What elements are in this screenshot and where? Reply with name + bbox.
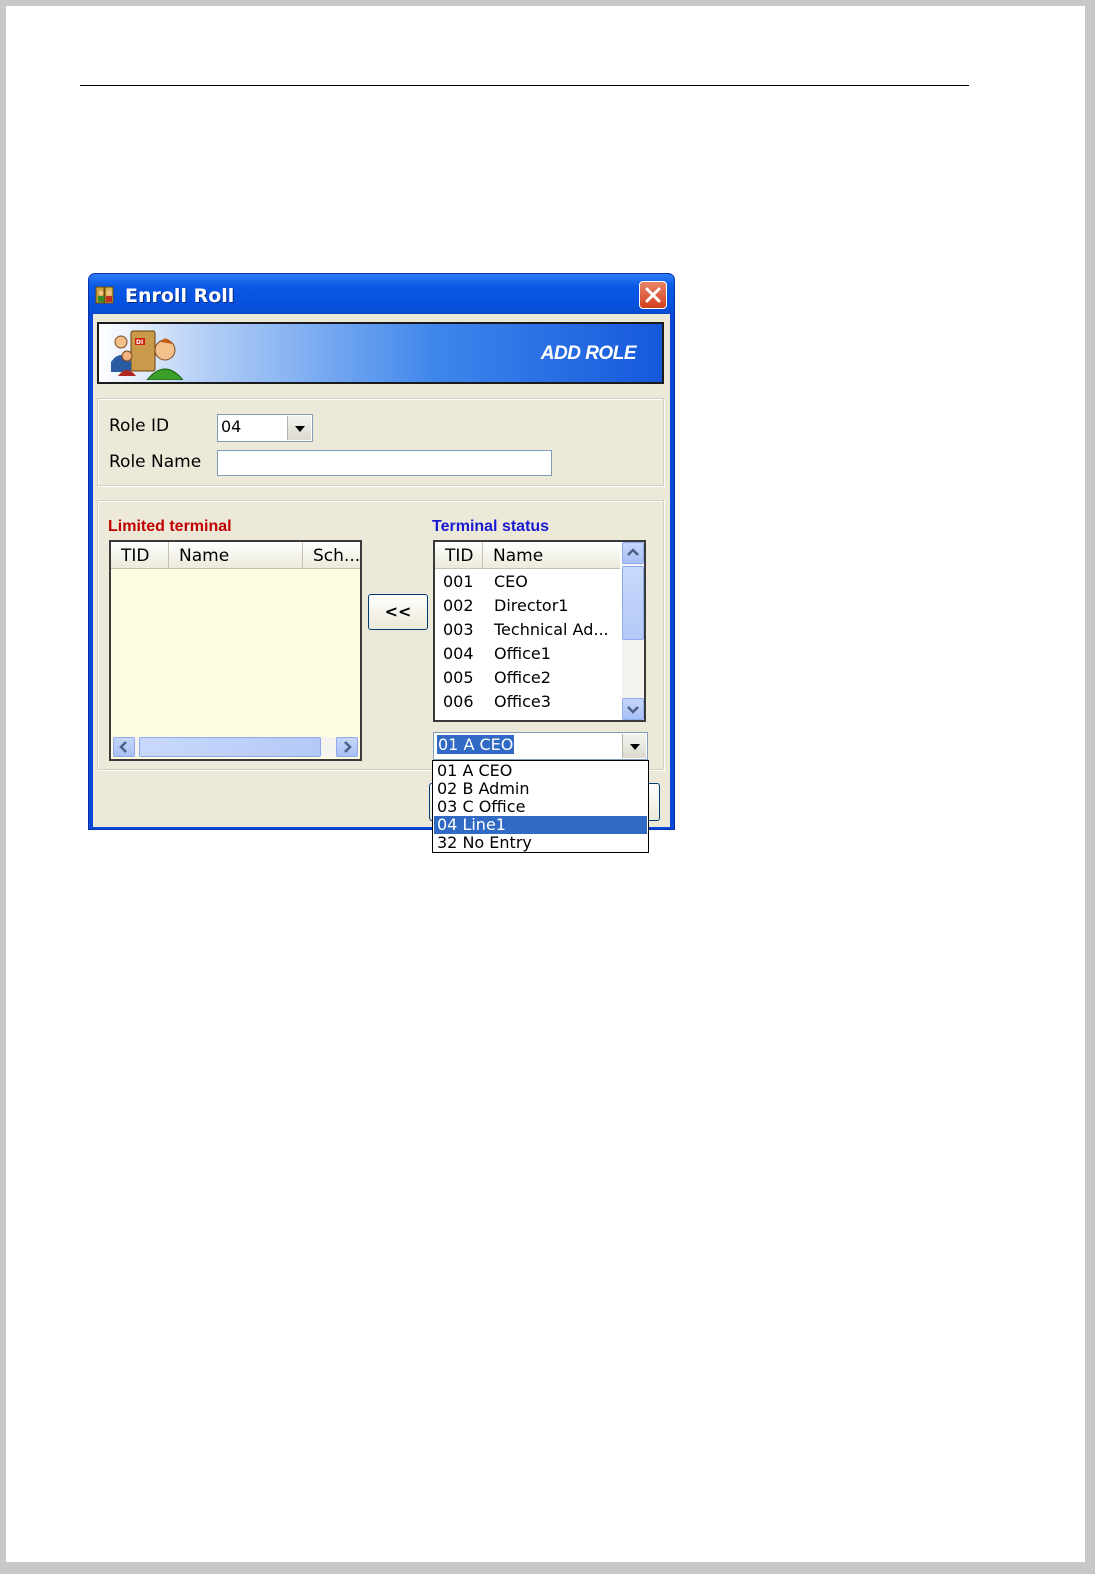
scroll-right-icon: [344, 741, 352, 753]
role-id-dropdown-button[interactable]: [287, 416, 311, 440]
name: Technical Ad...: [494, 620, 609, 639]
column-header-name[interactable]: Name: [169, 542, 303, 568]
terminal-status-vscrollbar[interactable]: [622, 542, 644, 720]
scroll-down-button[interactable]: [622, 698, 644, 720]
scroll-left-button[interactable]: [113, 737, 135, 757]
tid: 004: [443, 644, 474, 663]
schedule-dropdown-list[interactable]: 01 A CEO 02 B Admin 03 C Office 04 Line1…: [432, 760, 649, 853]
scroll-up-icon: [627, 548, 639, 556]
dropdown-arrow-icon: [630, 744, 640, 750]
app-icon: [95, 286, 114, 304]
enroll-role-banner-icon: DI: [111, 330, 183, 380]
name: Office2: [494, 668, 551, 687]
terminal-status-rows: 001 CEO 002 Director1 003 Technical Ad... 0…: [435, 570, 620, 720]
vertical-scroll-thumb[interactable]: [622, 566, 644, 640]
schedule-combo-value: 01 A CEO: [437, 735, 515, 754]
tid: 003: [443, 620, 474, 639]
name: Office1: [494, 644, 551, 663]
enroll-roll-dialog: Enroll Roll DI ADD ROLE Role ID 04 Role …: [88, 273, 675, 830]
title-bar[interactable]: Enroll Roll: [89, 274, 674, 314]
scroll-right-button[interactable]: [336, 737, 358, 757]
page-header-rule: [80, 85, 969, 86]
name: Office3: [494, 692, 551, 711]
scroll-left-icon: [119, 741, 127, 753]
terminal-status-header: TID Name: [435, 542, 620, 569]
role-id-label: Role ID: [109, 416, 170, 436]
terminal-status-heading: Terminal status: [432, 518, 550, 535]
role-name-label: Role Name: [109, 452, 202, 472]
schedule-combo[interactable]: 01 A CEO: [433, 732, 648, 760]
limited-terminal-heading: Limited terminal: [108, 518, 232, 535]
limited-terminal-hscrollbar[interactable]: [113, 737, 358, 757]
close-button[interactable]: [639, 281, 667, 309]
limited-terminal-list[interactable]: TID Name Sch...: [109, 540, 362, 761]
terminal-status-list[interactable]: TID Name 001 CEO 002 Director1 003 Technica…: [433, 540, 646, 722]
role-id-combo[interactable]: 04: [217, 414, 313, 442]
dropdown-option[interactable]: 03 C Office: [434, 798, 647, 816]
dialog-client-area: DI ADD ROLE Role ID 04 Role Name Limited…: [93, 314, 670, 827]
tid: 002: [443, 596, 474, 615]
svg-text:DI: DI: [136, 339, 143, 346]
horizontal-scroll-thumb[interactable]: [139, 737, 321, 757]
scroll-up-button[interactable]: [622, 542, 644, 564]
dropdown-option-selected[interactable]: 04 Line1: [434, 816, 647, 834]
limited-terminal-header: TID Name Sch...: [111, 542, 360, 569]
dropdown-arrow-icon: [295, 426, 305, 432]
schedule-dropdown-button[interactable]: [622, 734, 646, 758]
column-header-name[interactable]: Name: [483, 542, 620, 568]
tid: 006: [443, 692, 474, 711]
column-header-tid[interactable]: TID: [111, 542, 169, 568]
move-to-limited-button[interactable]: <<: [368, 594, 428, 630]
column-header-tid[interactable]: TID: [435, 542, 483, 568]
role-id-value: 04: [221, 417, 242, 436]
close-icon: [645, 287, 661, 303]
window-title: Enroll Roll: [125, 285, 235, 307]
tid: 001: [443, 572, 474, 591]
dropdown-option[interactable]: 32 No Entry: [434, 834, 647, 852]
scroll-down-icon: [627, 706, 639, 714]
column-header-schedule[interactable]: Sch...: [303, 542, 360, 568]
header-banner: DI ADD ROLE: [97, 322, 664, 384]
tid: 005: [443, 668, 474, 687]
name: Director1: [494, 596, 569, 615]
dropdown-option[interactable]: 01 A CEO: [434, 762, 647, 780]
dropdown-option[interactable]: 02 B Admin: [434, 780, 647, 798]
name: CEO: [494, 572, 528, 591]
banner-title: ADD ROLE: [540, 343, 637, 364]
role-name-input[interactable]: [217, 450, 552, 476]
